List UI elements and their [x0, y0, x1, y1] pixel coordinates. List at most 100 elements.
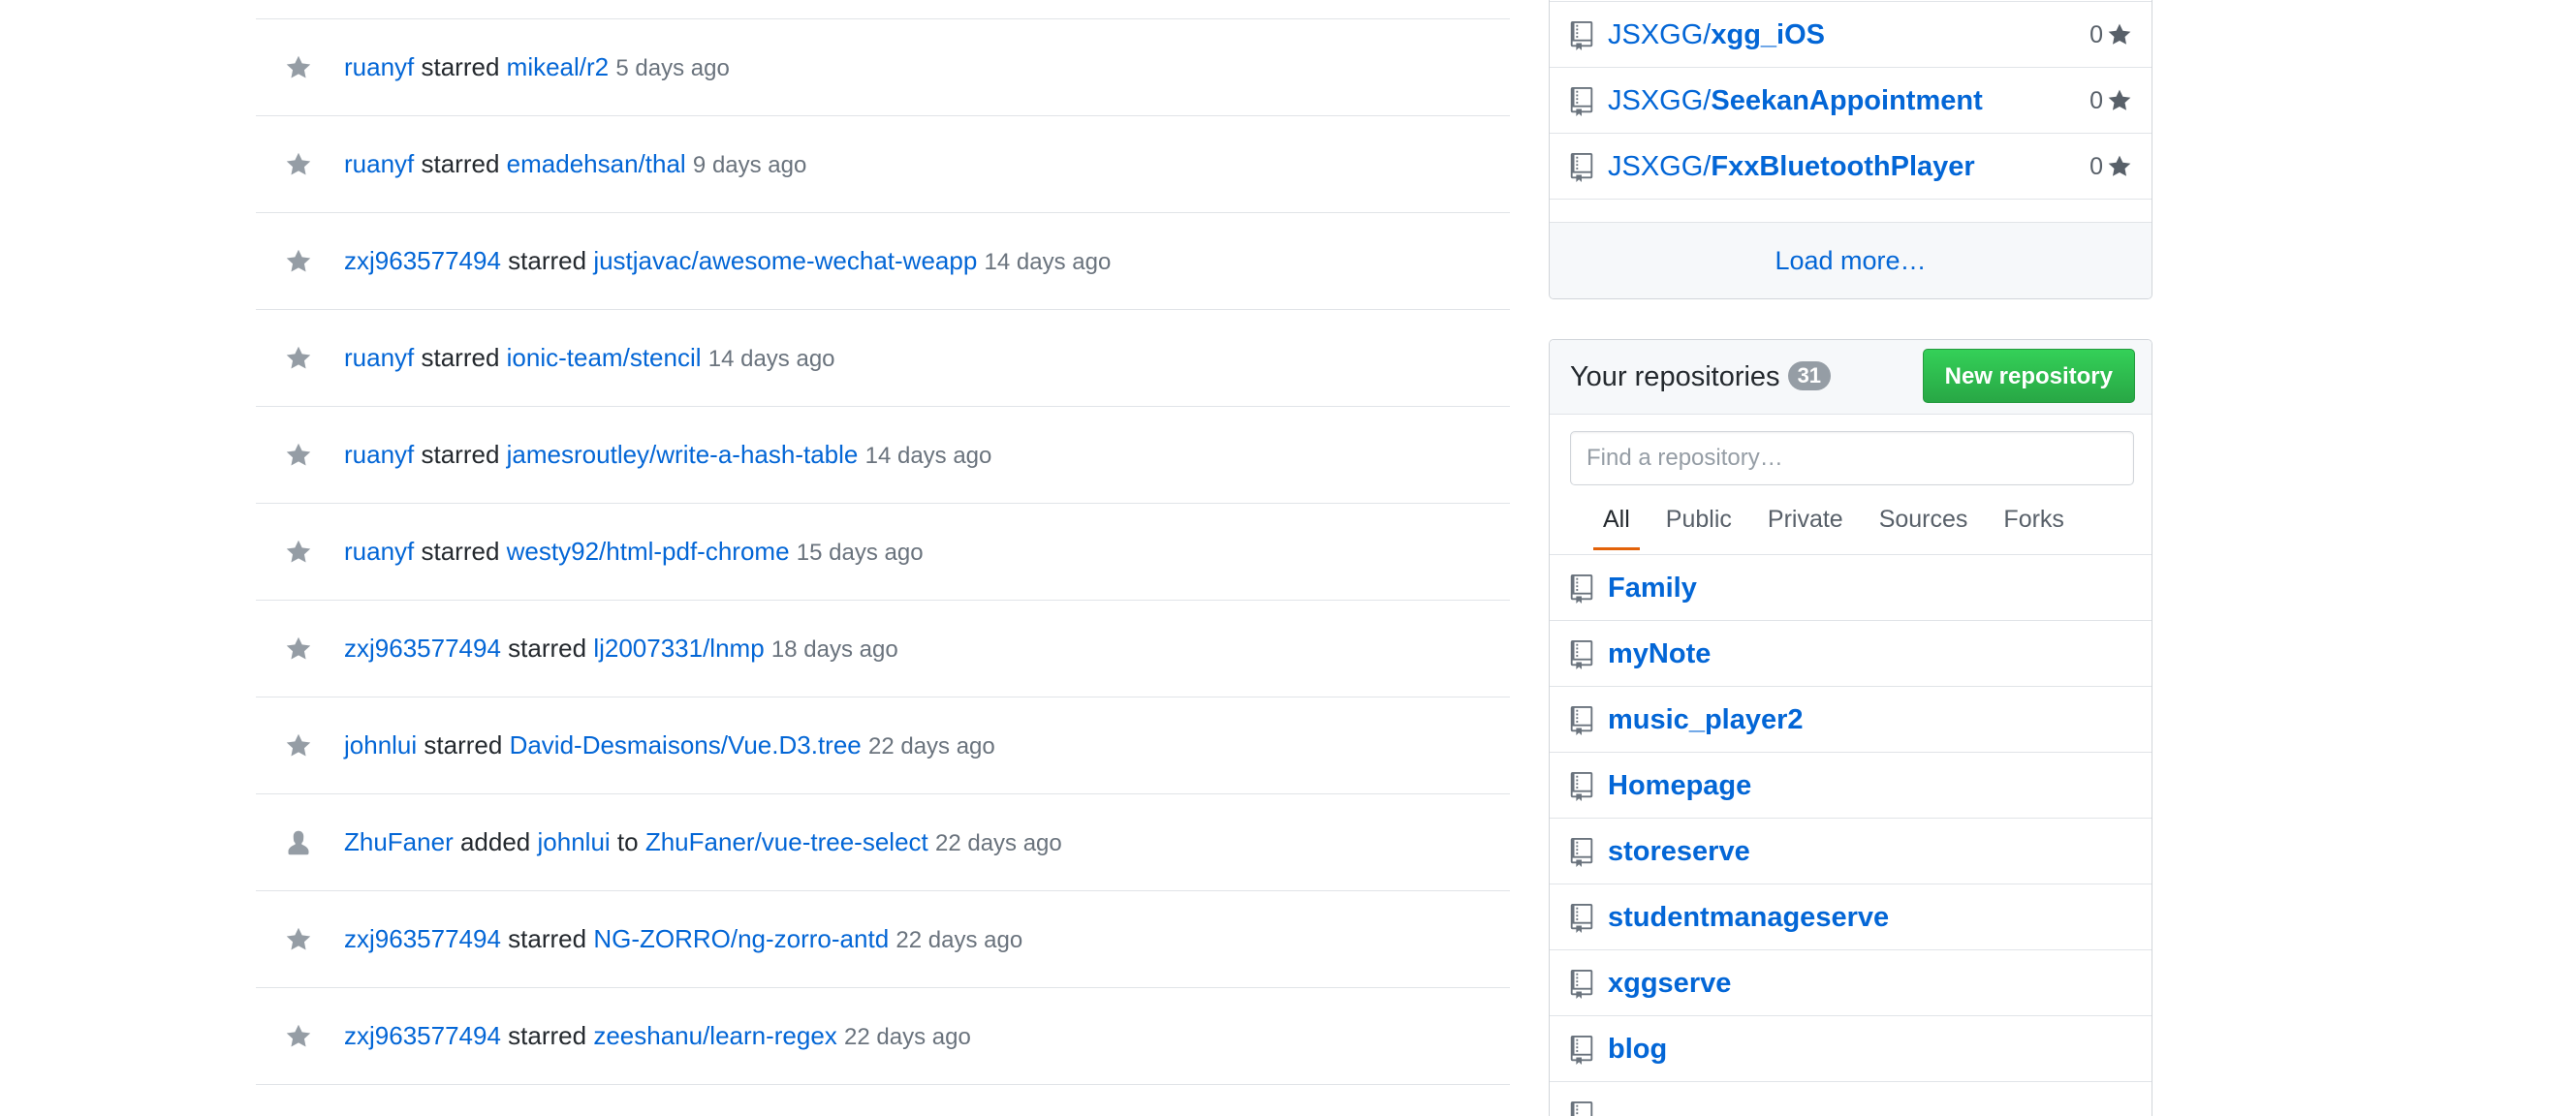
feed-actor-link[interactable]: zxj963577494: [344, 634, 501, 663]
repo-row[interactable]: JSXGG/FxxBluetoothPlayer 0: [1550, 134, 2152, 200]
repo-icon: [1569, 904, 1594, 933]
feed-action-text: starred: [424, 730, 503, 760]
star-icon: [285, 732, 312, 760]
repo-row[interactable]: storeserve: [1550, 819, 2152, 884]
repo-name: studentmanageserve: [1608, 902, 1890, 933]
feed-timestamp: 5 days ago: [615, 55, 730, 81]
feed-actor-link[interactable]: ruanyf: [344, 52, 414, 81]
repo-owner: JSXGG/: [1608, 85, 1712, 116]
feed-action-text: starred: [508, 1021, 587, 1050]
repo-filter-area: All Public Private Sources Forks: [1550, 415, 2152, 555]
feed-repo-link[interactable]: zeeshanu/learn-regex: [593, 1021, 837, 1050]
feed-actor-link[interactable]: ruanyf: [344, 537, 414, 566]
repo-link[interactable]: JSXGG/xgg_iOS: [1608, 2, 1825, 68]
feed-timestamp: 22 days ago: [934, 830, 1062, 856]
repo-owner: JSXGG/: [1608, 151, 1712, 182]
repo-row-cut-off[interactable]: [1550, 1082, 2152, 1116]
repo-row[interactable]: studentmanageserve: [1550, 884, 2152, 950]
repo-link[interactable]: xggserve: [1608, 950, 1731, 1016]
repo-name: blog: [1608, 1034, 1668, 1065]
repo-link[interactable]: JSXGG/SeekanAppointment: [1608, 68, 1983, 134]
repo-row[interactable]: Family: [1550, 555, 2152, 621]
feed-item: ruanyf starred mikeal/r2 5 days ago: [256, 19, 1510, 116]
repo-icon: [1569, 87, 1594, 116]
feed-timestamp: 14 days ago: [707, 346, 835, 372]
feed-repo-link[interactable]: jamesroutley/write-a-hash-table: [507, 440, 859, 469]
star-icon: [285, 1023, 312, 1050]
repo-row[interactable]: xggserve: [1550, 950, 2152, 1016]
repo-icon: [1569, 706, 1594, 735]
feed-repo-link[interactable]: ZhuFaner/vue-tree-select: [645, 827, 928, 856]
feed-actor-link[interactable]: ruanyf: [344, 440, 414, 469]
repo-icon: [1569, 838, 1594, 867]
feed-actor-link[interactable]: zxj963577494: [344, 924, 501, 953]
feed-action-text: starred: [421, 52, 500, 81]
feed-item: ZhuFaner added johnlui to ZhuFaner/vue-t…: [256, 794, 1510, 891]
feed-action-text: starred: [421, 440, 500, 469]
feed-repo-link[interactable]: westy92/html-pdf-chrome: [507, 537, 790, 566]
feed-repo-link[interactable]: NG-ZORRO/ng-zorro-antd: [593, 924, 889, 953]
repo-name: xgg_iOS: [1711, 19, 1826, 50]
repo-name: SeekanAppointment: [1711, 85, 1983, 116]
repo-row[interactable]: blog: [1550, 1016, 2152, 1082]
feed-item: zxj963577494 starred justjavac/awesome-w…: [256, 213, 1510, 310]
repo-row[interactable]: JSXGG/SeekanAppointment 0: [1550, 68, 2152, 134]
feed-item: ruanyf starred emadehsan/thal 9 days ago: [256, 116, 1510, 213]
feed-timestamp: 22 days ago: [867, 733, 995, 760]
feed-timestamp: 14 days ago: [984, 249, 1112, 275]
star-icon: [285, 54, 312, 81]
tab-private[interactable]: Private: [1768, 502, 1843, 550]
tab-public[interactable]: Public: [1666, 502, 1732, 550]
repo-link[interactable]: studentmanageserve: [1608, 884, 1889, 950]
feed-member-link[interactable]: johnlui: [538, 827, 611, 856]
feed-repo-link[interactable]: emadehsan/thal: [507, 149, 686, 178]
repo-row[interactable]: Homepage: [1550, 753, 2152, 819]
repo-row[interactable]: music_player2: [1550, 687, 2152, 753]
repo-link[interactable]: blog: [1608, 1016, 1667, 1082]
feed-item: zxj963577494 starred lj2007331/lnmp 18 d…: [256, 601, 1510, 698]
repo-row[interactable]: myNote: [1550, 621, 2152, 687]
feed-repo-link[interactable]: David-Desmaisons/Vue.D3.tree: [510, 730, 862, 760]
new-repository-button[interactable]: New repository: [1922, 349, 2135, 403]
feed-timestamp: 18 days ago: [770, 636, 898, 663]
feed-actor-link[interactable]: ruanyf: [344, 343, 414, 372]
repo-link[interactable]: Family: [1608, 555, 1697, 621]
repo-link[interactable]: myNote: [1608, 621, 1711, 687]
star-icon: [285, 442, 312, 469]
star-count: 0: [2089, 134, 2132, 200]
star-count-value: 0: [2089, 153, 2103, 180]
feed-repo-link[interactable]: justjavac/awesome-wechat-weapp: [593, 246, 977, 275]
person-icon: [285, 829, 312, 856]
repo-row[interactable]: JSXGG/xgg_iOS 0: [1550, 2, 2152, 68]
contributed-repos-box: JSXGG/xgg_iOS 0 JSXGG/SeekanAppointment …: [1549, 0, 2152, 299]
feed-repo-link[interactable]: ionic-team/stencil: [507, 343, 702, 372]
repo-link[interactable]: Homepage: [1608, 753, 1751, 819]
star-icon: [285, 636, 312, 663]
dashboard-page: ruanyf starred mikeal/r2 5 days ago ruan…: [0, 0, 2576, 1116]
feed-item: ruanyf starred ionic-team/stencil 14 day…: [256, 310, 1510, 407]
feed-actor-link[interactable]: zxj963577494: [344, 246, 501, 275]
tab-sources[interactable]: Sources: [1879, 502, 1968, 550]
load-more-button[interactable]: Load more…: [1550, 222, 2152, 298]
feed-actor-link[interactable]: ZhuFaner: [344, 827, 454, 856]
repo-link[interactable]: JSXGG/FxxBluetoothPlayer: [1608, 134, 1975, 200]
feed-actor-link[interactable]: johnlui: [344, 730, 417, 760]
tab-forks[interactable]: Forks: [2003, 502, 2064, 550]
repo-count-badge: 31: [1787, 361, 1832, 390]
tab-all[interactable]: All: [1593, 502, 1640, 550]
feed-repo-link[interactable]: mikeal/r2: [507, 52, 609, 81]
repo-link[interactable]: music_player2: [1608, 687, 1804, 753]
repo-name: storeserve: [1608, 836, 1750, 867]
feed-action-text: starred: [508, 924, 587, 953]
repo-link[interactable]: storeserve: [1608, 819, 1750, 884]
star-count-value: 0: [2089, 21, 2103, 48]
star-icon: [2108, 155, 2131, 176]
feed-item: ruanyf starred westy92/html-pdf-chrome 1…: [256, 504, 1510, 601]
feed-actor-link[interactable]: ruanyf: [344, 149, 414, 178]
repo-owner: JSXGG/: [1608, 19, 1712, 50]
find-repository-input[interactable]: [1570, 431, 2134, 485]
feed-actor-link[interactable]: zxj963577494: [344, 1021, 501, 1050]
repo-name: Homepage: [1608, 770, 1752, 801]
feed-action-text: starred: [508, 246, 587, 275]
feed-repo-link[interactable]: lj2007331/lnmp: [593, 634, 764, 663]
